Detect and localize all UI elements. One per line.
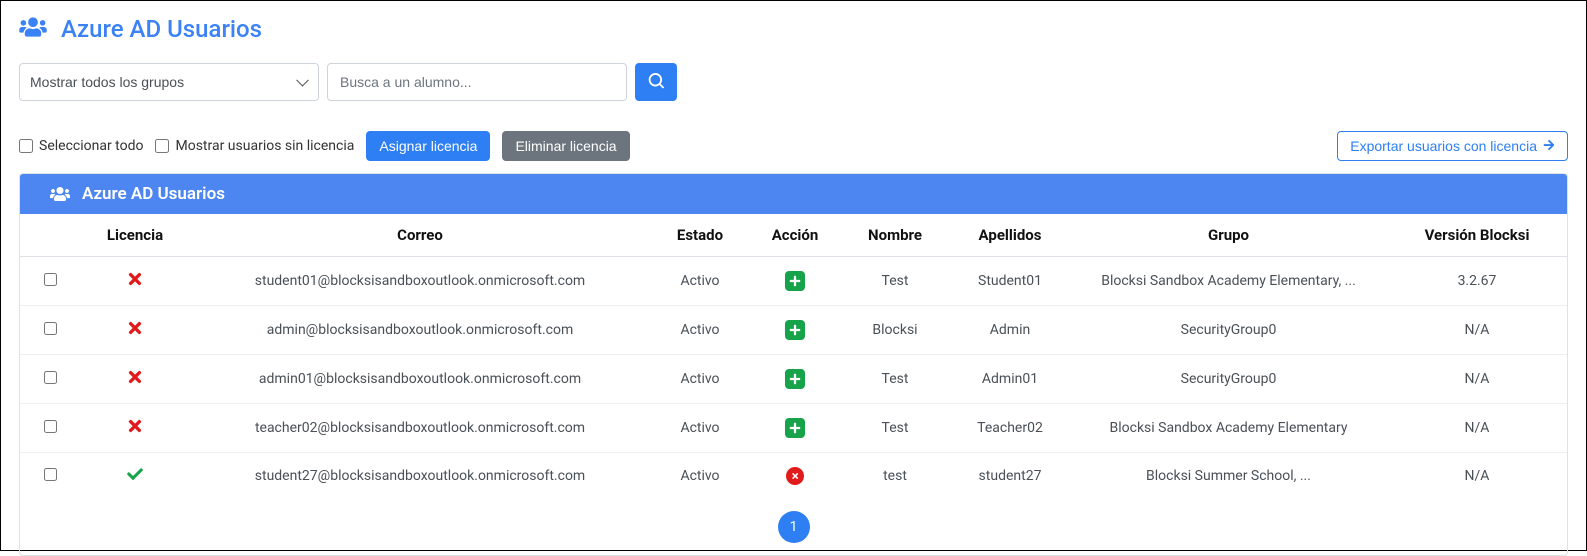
actions-row: Seleccionar todo Mostrar usuarios sin li… (19, 131, 1568, 161)
users-card: Azure AD Usuarios Licencia Correo Estado… (19, 173, 1568, 556)
th-grupo: Grupo (1070, 214, 1387, 257)
row-checkbox[interactable] (44, 468, 57, 481)
th-estado: Estado (650, 214, 750, 257)
cell-apellidos: Admin01 (950, 355, 1070, 404)
cell-estado: Activo (650, 306, 750, 355)
export-licensed-button[interactable]: Exportar usuarios con licencia (1337, 131, 1568, 161)
cell-grupo: Blocksi Sandbox Academy Elementary, ... (1070, 257, 1387, 306)
cell-nombre: Test (840, 257, 950, 306)
cell-version: N/A (1387, 453, 1567, 500)
cell-apellidos: Teacher02 (950, 404, 1070, 453)
cell-nombre: test (840, 453, 950, 500)
users-table: Licencia Correo Estado Acción Nombre Ape… (20, 214, 1567, 499)
page-number[interactable]: 1 (778, 511, 810, 543)
cell-version: N/A (1387, 306, 1567, 355)
search-input[interactable] (327, 63, 627, 101)
group-select[interactable]: Mostrar todos los grupos (19, 63, 319, 101)
page-header: Azure AD Usuarios (19, 15, 1568, 43)
search-button[interactable] (635, 63, 677, 101)
th-correo: Correo (190, 214, 650, 257)
row-checkbox[interactable] (44, 371, 57, 384)
cell-grupo: Blocksi Summer School, ... (1070, 453, 1387, 500)
pagination: 1 (20, 499, 1567, 555)
show-unlicensed-input[interactable] (155, 139, 169, 153)
select-all-checkbox[interactable]: Seleccionar todo (19, 138, 143, 154)
search-icon (648, 73, 664, 92)
cell-nombre: Test (840, 404, 950, 453)
cell-version: N/A (1387, 355, 1567, 404)
assign-license-button[interactable]: Asignar licencia (366, 131, 490, 161)
cell-correo: student01@blocksisandboxoutlook.onmicros… (190, 257, 650, 306)
cell-apellidos: Student01 (950, 257, 1070, 306)
card-header: Azure AD Usuarios (20, 174, 1567, 214)
cell-grupo: Blocksi Sandbox Academy Elementary (1070, 404, 1387, 453)
add-license-button[interactable] (785, 418, 805, 438)
card-title: Azure AD Usuarios (82, 184, 225, 204)
cell-grupo: SecurityGroup0 (1070, 355, 1387, 404)
table-row: student27@blocksisandboxoutlook.onmicros… (20, 453, 1567, 500)
cell-estado: Activo (650, 355, 750, 404)
cell-nombre: Test (840, 355, 950, 404)
select-all-input[interactable] (19, 139, 33, 153)
cell-apellidos: student27 (950, 453, 1070, 500)
search-toolbar: Mostrar todos los grupos (19, 63, 1568, 101)
x-icon (126, 325, 144, 341)
remove-license-button[interactable] (786, 467, 804, 485)
table-row: admin@blocksisandboxoutlook.onmicrosoft.… (20, 306, 1567, 355)
users-icon (50, 186, 70, 202)
export-licensed-label: Exportar usuarios con licencia (1350, 138, 1537, 154)
users-icon (19, 16, 47, 42)
add-license-button[interactable] (785, 271, 805, 291)
cell-grupo: SecurityGroup0 (1070, 306, 1387, 355)
show-unlicensed-label: Mostrar usuarios sin licencia (175, 138, 354, 154)
cell-nombre: Blocksi (840, 306, 950, 355)
th-accion: Acción (750, 214, 840, 257)
th-apellidos: Apellidos (950, 214, 1070, 257)
check-icon (125, 470, 145, 486)
table-row: student01@blocksisandboxoutlook.onmicros… (20, 257, 1567, 306)
add-license-button[interactable] (785, 320, 805, 340)
th-version: Versión Blocksi (1387, 214, 1567, 257)
cell-estado: Activo (650, 404, 750, 453)
cell-estado: Activo (650, 257, 750, 306)
cell-correo: student27@blocksisandboxoutlook.onmicros… (190, 453, 650, 500)
th-licencia: Licencia (80, 214, 190, 257)
table-row: admin01@blocksisandboxoutlook.onmicrosof… (20, 355, 1567, 404)
th-nombre: Nombre (840, 214, 950, 257)
select-all-label: Seleccionar todo (39, 138, 143, 154)
show-unlicensed-checkbox[interactable]: Mostrar usuarios sin licencia (155, 138, 354, 154)
row-checkbox[interactable] (44, 273, 57, 286)
table-row: teacher02@blocksisandboxoutlook.onmicros… (20, 404, 1567, 453)
row-checkbox[interactable] (44, 420, 57, 433)
add-license-button[interactable] (785, 369, 805, 389)
cell-correo: admin01@blocksisandboxoutlook.onmicrosof… (190, 355, 650, 404)
remove-license-button[interactable]: Eliminar licencia (502, 131, 629, 161)
x-icon (126, 374, 144, 390)
row-checkbox[interactable] (44, 322, 57, 335)
cell-estado: Activo (650, 453, 750, 500)
x-icon (126, 423, 144, 439)
cell-apellidos: Admin (950, 306, 1070, 355)
x-icon (126, 276, 144, 292)
cell-version: 3.2.67 (1387, 257, 1567, 306)
cell-version: N/A (1387, 404, 1567, 453)
arrow-right-icon (1543, 138, 1555, 154)
page-title: Azure AD Usuarios (61, 15, 262, 43)
cell-correo: teacher02@blocksisandboxoutlook.onmicros… (190, 404, 650, 453)
cell-correo: admin@blocksisandboxoutlook.onmicrosoft.… (190, 306, 650, 355)
